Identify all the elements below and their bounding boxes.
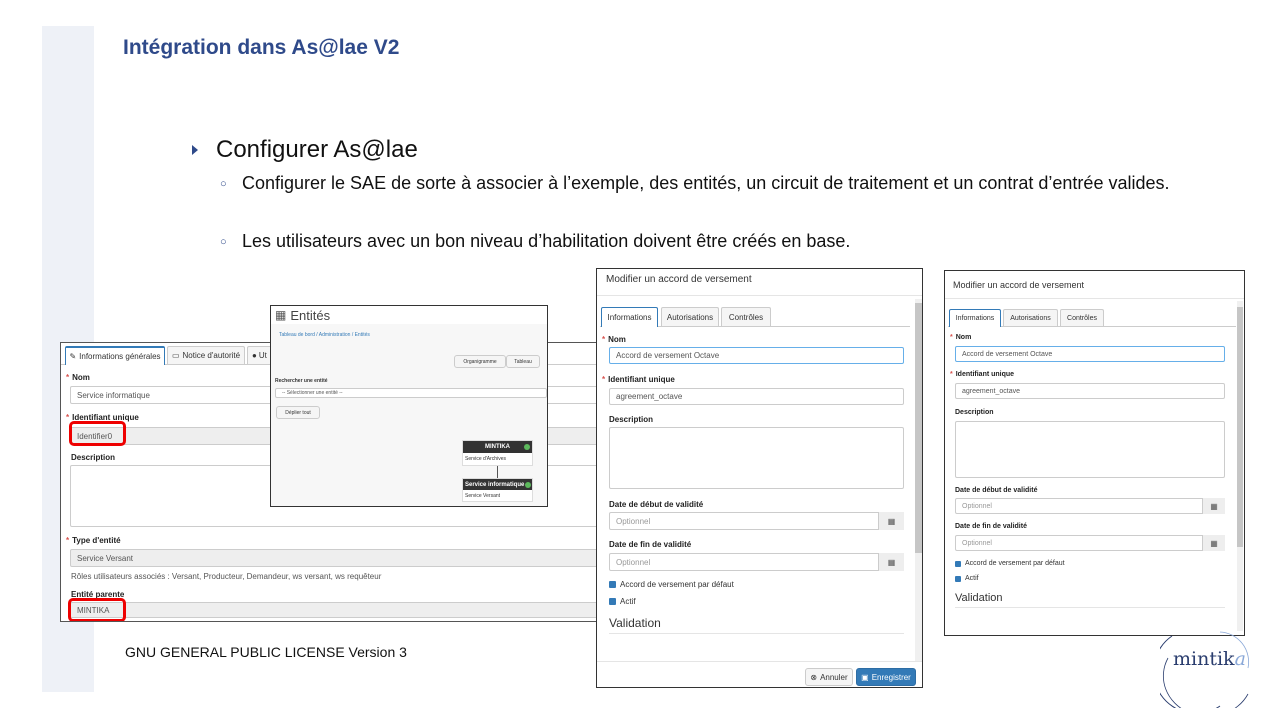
calendar-icon[interactable]: ▦ [1202,535,1225,551]
annuler-button[interactable]: ⊗ Annuler [805,668,853,686]
identifiant-input[interactable]: agreement_octave [609,388,904,405]
circle-bullet-icon: ○ [220,178,227,190]
calendar-icon[interactable]: ▦ [878,512,904,530]
description-label: Description [955,409,994,416]
checkbox-defaut[interactable] [955,561,961,567]
accord-modal-screenshot-1: Modifier un accord de versement Informat… [596,268,923,688]
description-textarea[interactable] [609,427,904,489]
connector-line [497,466,498,478]
checkbox-defaut-label: Accord de versement par défaut [620,580,734,589]
highlight-identifiant [69,421,126,446]
node-subtitle: Service Versant [465,493,501,499]
title-divider [597,295,922,296]
identifiant-input[interactable]: agreement_octave [955,383,1225,399]
node-subtitle: Service d'Archives [465,456,506,462]
nom-input[interactable]: Accord de versement Octave [955,346,1225,362]
nom-input[interactable]: Accord de versement Octave [609,347,904,364]
deplier-tout-button[interactable]: Déplier tout [276,406,320,419]
date-fin-input[interactable]: Optionnel [955,535,1225,551]
search-entity-select[interactable]: -- Sélectionner une entité -- [275,388,547,398]
description-textarea[interactable] [955,421,1225,478]
save-icon: ▣ [861,672,869,682]
accord-modal-screenshot-2: Modifier un accord de versement Informat… [944,270,1245,636]
tab-informations[interactable]: Informations [949,309,1001,327]
tab-controles[interactable]: Contrôles [1060,309,1104,326]
title-divider [945,298,1244,299]
building-icon: ▦ [275,308,287,322]
validation-heading: Validation [955,592,1003,604]
tab-informations-generales[interactable]: ✎ Informations générales [65,346,165,365]
card-icon: ▭ [171,351,180,360]
date-fin-input[interactable]: Optionnel [609,553,904,571]
footer-divider [597,661,922,662]
checkbox-defaut-label: Accord de versement par défaut [965,560,1065,567]
node-header: Service informatique [463,479,532,490]
nom-label: * Nom [66,373,90,382]
date-fin-label: Date de fin de validité [955,523,1027,530]
sub-bullet-2: ○ Les utilisateurs avec un bon niveau d’… [220,229,1172,255]
description-label: Description [609,415,654,424]
sub-bullet-1: ○ Configurer le SAE de sorte à associer … [220,171,1172,197]
entites-title: Entités [290,307,331,323]
parent-select[interactable]: MINTIKA [70,602,619,618]
license-footer: GNU GENERAL PUBLIC LICENSE Version 3 [125,644,407,660]
date-debut-input[interactable]: Optionnel [955,498,1225,514]
date-debut-input[interactable]: Optionnel [609,512,904,530]
nom-label: * Nom [602,335,626,344]
node-service-informatique[interactable]: Service informatique Service Versant [462,478,533,502]
modal-title: Modifier un accord de versement [953,280,1085,290]
breadcrumb: Tableau de bord / Administration / Entit… [279,332,370,338]
organigramme-button[interactable]: Organigramme [454,355,506,368]
identifiant-label: * Identifiant unique [950,371,1015,378]
validation-divider [955,607,1225,608]
triangle-bullet-icon [192,145,198,155]
date-debut-label: Date de début de validité [955,487,1038,494]
validation-divider [609,633,904,634]
validation-heading: Validation [609,616,661,630]
checkbox-actif[interactable] [955,576,961,582]
circle-bullet-icon: ○ [220,236,227,248]
enregistrer-button[interactable]: ▣ Enregistrer [856,668,916,686]
sub-bullet-text: Les utilisateurs avec un bon niveau d’ha… [242,231,851,251]
checkbox-defaut[interactable] [609,581,616,588]
type-label: * Type d'entité [66,536,121,545]
scrollbar-thumb[interactable] [1237,307,1243,547]
status-dot-icon [525,481,531,488]
nom-label: * Nom [950,334,972,341]
checkbox-actif-label: Actif [965,575,979,582]
slide-title: Intégration dans As@lae V2 [123,36,400,59]
tab-controles[interactable]: Contrôles [721,307,771,326]
calendar-icon[interactable]: ▦ [1202,498,1225,514]
highlight-parent [68,598,126,621]
mintika-logo-text: mintika [1173,648,1246,670]
calendar-icon[interactable]: ▦ [878,553,904,571]
checkbox-actif[interactable] [609,598,616,605]
tab-informations[interactable]: Informations [601,307,658,327]
entites-header: ▦ Entités [271,306,547,324]
node-mintika[interactable]: MINTIKA Service d'Archives [462,440,533,466]
tab-notice-autorite[interactable]: ▭ Notice d'autorité [167,346,245,364]
modal-title: Modifier un accord de versement [606,274,752,285]
type-select[interactable]: Service Versant [70,549,619,567]
main-bullet: Configurer As@lae [192,136,418,164]
search-label: Rechercher une entité [275,378,328,384]
date-debut-label: Date de début de validité [609,500,704,509]
pencil-icon: ✎ [69,352,77,361]
scrollbar-thumb[interactable] [915,303,922,553]
status-dot-icon [524,444,530,450]
tableau-button[interactable]: Tableau [506,355,540,368]
node-header: MINTIKA [463,441,532,453]
description-label: Description [71,453,116,462]
checkbox-actif-label: Actif [620,597,636,606]
date-fin-label: Date de fin de validité [609,540,692,549]
user-icon: ● [252,351,257,360]
roles-text: Rôles utilisateurs associés : Versant, P… [71,572,382,581]
identifiant-label: * Identifiant unique [602,375,675,384]
sub-bullet-text: Configurer le SAE de sorte à associer à … [242,173,1170,193]
main-bullet-text: Configurer As@lae [216,136,418,163]
tab-autorisations[interactable]: Autorisations [1003,309,1058,326]
tab-autorisations[interactable]: Autorisations [661,307,719,326]
entites-screenshot: ▦ Entités Tableau de bord / Administrati… [270,305,548,507]
cancel-circle-icon: ⊗ [810,672,818,682]
